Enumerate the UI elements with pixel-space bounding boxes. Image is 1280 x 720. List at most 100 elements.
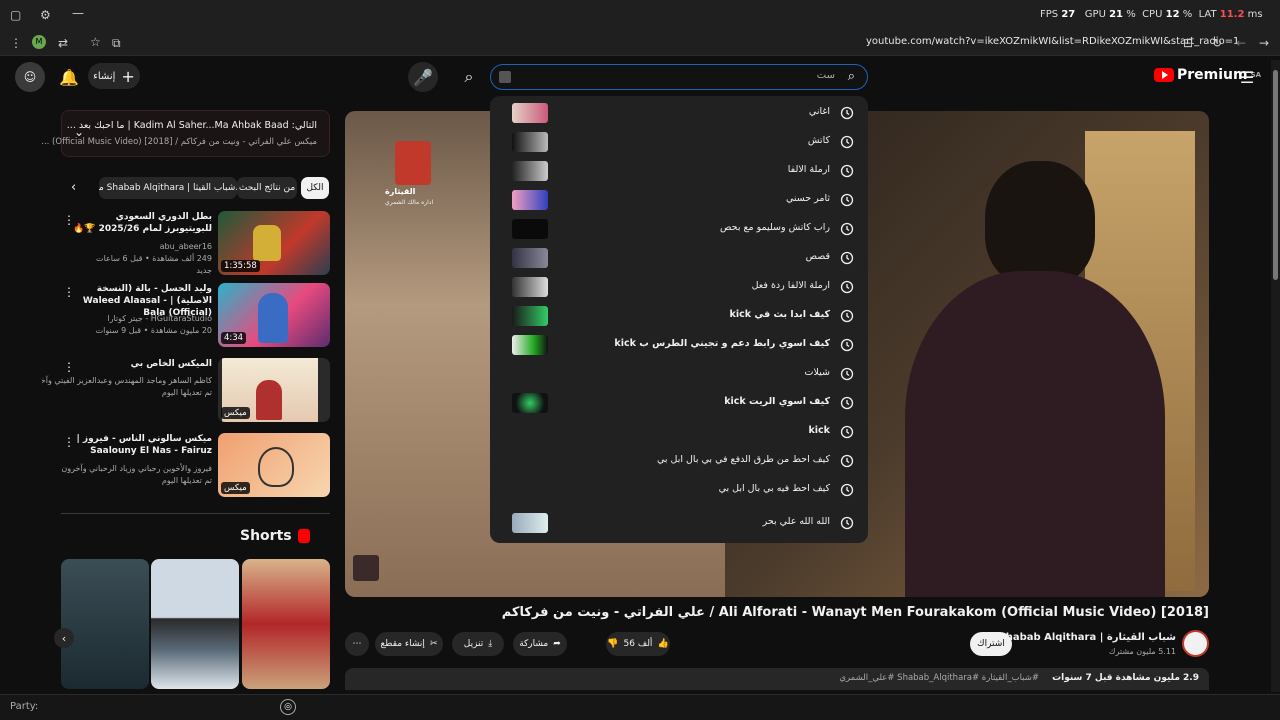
history-icon — [840, 395, 854, 410]
suggestion-text: ارملة الالفا — [787, 164, 830, 175]
video-thumbnail[interactable]: ميكس — [218, 433, 330, 497]
download-button[interactable]: تنزيل ⤓ — [452, 632, 504, 656]
suggestion-item[interactable]: كيف ابدا بث في kick — [490, 301, 868, 330]
related-video[interactable]: ميكس ⋮ الميكس الخاص بي كاظم الساهر وماجد… — [42, 358, 330, 423]
video-thumbnail[interactable]: 4:34 — [218, 283, 330, 347]
clip-button[interactable]: إنشاء مقطع ✂ — [375, 632, 443, 656]
suggestion-thumbnail — [512, 393, 548, 413]
video-thumbnail[interactable]: ميكس — [218, 358, 330, 422]
plus-icon: + — [121, 66, 135, 86]
suggestion-item[interactable]: كيف اسوي الريت kick — [490, 388, 868, 417]
reload-icon[interactable]: ↻ — [1212, 36, 1222, 50]
description-box[interactable]: 2.9 مليون مشاهدة قبل 7 سنوات #شباب_القيث… — [345, 668, 1209, 690]
suggestion-item[interactable]: اغاني — [490, 98, 868, 127]
chip-from-search[interactable]: من نتائج البحث — [237, 177, 297, 199]
settings-icon[interactable]: ⚙ — [40, 8, 51, 22]
suggestion-item[interactable]: قصص — [490, 243, 868, 272]
mix-artists: فيروز والأخوين رحباني وزياد الرحباني وآخ… — [61, 464, 212, 473]
video-thumbnail[interactable]: 1:35:58 — [218, 211, 330, 275]
related-video[interactable]: ميكس ⋮ ميكس سالوني الناس - فيروز | Saalo… — [61, 433, 330, 498]
profile-icon[interactable]: M — [32, 35, 46, 49]
history-icon — [840, 279, 854, 294]
video-title[interactable]: بطل الدوري السعودي للبويتيوبرز لمام 2025… — [67, 211, 212, 235]
history-icon — [840, 250, 854, 265]
history-icon — [840, 192, 854, 207]
suggestion-item[interactable]: kick — [490, 417, 868, 446]
search-icon[interactable]: ⌕ — [454, 62, 484, 92]
chevron-left-icon[interactable]: ‹ — [71, 180, 76, 195]
page-scrollbar[interactable] — [1271, 60, 1280, 692]
branding-icon[interactable] — [353, 555, 379, 581]
create-button[interactable]: إنشاء + — [88, 63, 140, 89]
channel-avatar[interactable] — [1182, 630, 1209, 657]
suggestion-text: راب كاتش وسليمو مع بحص — [720, 222, 830, 233]
notifications-bell-icon[interactable]: 🔔 — [54, 62, 84, 92]
avatar[interactable]: ☺ — [15, 62, 45, 92]
suggestion-text: كيف احط من طرق الدفع في بي بال ابل بي — [656, 454, 830, 465]
suggestion-item[interactable]: كيف احط فيه بي بال ابل بي — [490, 475, 868, 504]
youtube-header: ☺ 🔔 إنشاء + 🎤 ⌕ ⌕ ست Premium SA ☰ — [0, 56, 1280, 98]
suggestion-text: كاتش — [807, 135, 830, 146]
install-icon[interactable]: ⊟ — [1183, 36, 1193, 50]
chip-all[interactable]: الكل — [301, 177, 329, 199]
history-icon — [840, 366, 854, 381]
voice-search-mic-icon[interactable]: 🎤 — [408, 62, 438, 92]
hamburger-menu-icon[interactable]: ☰ — [1232, 62, 1262, 92]
menu-dots-icon[interactable]: ⋮ — [10, 36, 22, 50]
video-title[interactable]: الميكس الخاص بي — [67, 358, 212, 370]
channel-name[interactable]: HGuitaraStudio - جيتر كوتارا — [52, 313, 212, 324]
keyboard-icon[interactable] — [499, 71, 511, 83]
history-icon — [840, 515, 854, 530]
search-input[interactable]: ⌕ ست — [490, 64, 868, 90]
minimize-icon[interactable]: — — [72, 6, 84, 20]
related-video[interactable]: 1:35:58 ⋮ بطل الدوري السعودي للبويتيوبرز… — [61, 211, 330, 276]
short-thumbnail[interactable] — [61, 559, 149, 689]
suggestion-thumbnail — [512, 277, 548, 297]
share-button[interactable]: مشاركة ➦ — [513, 632, 567, 656]
perf-overlay: FPS 27 GPU 21 % CPU 12 % LAT 11.2 ms — [1040, 9, 1263, 20]
window-icon[interactable]: ▢ — [10, 8, 21, 22]
browser-titlebar: ▢ ⚙ — FPS 27 GPU 21 % CPU 12 % LAT 11.2 … — [0, 0, 1280, 30]
forward-icon[interactable]: ← — [1236, 36, 1246, 50]
suggestion-item[interactable]: ارملة الالفا ردة فعل — [490, 272, 868, 301]
shorts-prev-chevron-icon[interactable]: ‹ — [54, 628, 74, 648]
suggestion-item[interactable]: كاتش — [490, 127, 868, 156]
like-icon[interactable]: 👍 — [657, 639, 668, 649]
more-actions-button[interactable]: ⋯ — [345, 632, 369, 656]
pip-icon[interactable]: ⧉ — [112, 36, 121, 50]
history-icon — [840, 134, 854, 149]
view-count: 2.9 مليون مشاهدة قبل 7 سنوات — [1052, 673, 1199, 683]
channel-name[interactable]: abu_abeer16 — [52, 241, 212, 252]
suggestion-item[interactable]: ارملة الالفا — [490, 156, 868, 185]
search-text: ست — [816, 70, 835, 81]
suggestion-item[interactable]: كيف احط من طرق الدفع في بي بال ابل بي — [490, 446, 868, 475]
party-icon[interactable]: ◎ — [280, 699, 296, 715]
suggestion-item[interactable]: راب كاتش وسليمو مع بحص — [490, 214, 868, 243]
clip-label: إنشاء مقطع — [380, 639, 425, 649]
suggestion-item[interactable]: ثامر حسني — [490, 185, 868, 214]
video-title[interactable]: ميكس سالوني الناس - فيروز | Saalouny El … — [67, 433, 212, 457]
suggestion-item[interactable]: الله الله علي بحر — [490, 508, 868, 537]
back-icon[interactable]: → — [1259, 36, 1269, 50]
translate-icon[interactable]: ⇄ — [58, 36, 68, 50]
channel-name-main[interactable]: شباب القيثارة | Shabab Alqithara — [999, 632, 1176, 643]
up-next-title: التالي: Kadim Al Saher...Ma Ahbak Baad |… — [66, 120, 317, 131]
scrollbar-thumb[interactable] — [1273, 70, 1278, 280]
suggestion-thumbnail — [512, 335, 548, 355]
chip-channel[interactable]: من Shabab Alqithara | شباب القيثا... — [99, 177, 237, 199]
bookmark-star-icon[interactable]: ☆ — [90, 35, 101, 49]
hashtags[interactable]: #شباب_القيثارة #Shabab_Alqithara #علي_ال… — [839, 673, 1039, 683]
duration-badge: 4:34 — [221, 332, 247, 344]
subscribe-button[interactable]: اشتراك — [970, 632, 1012, 656]
short-thumbnail[interactable] — [242, 559, 330, 689]
suggestion-item[interactable]: شيلات — [490, 359, 868, 388]
history-icon — [840, 221, 854, 236]
dislike-icon[interactable]: 👎 — [607, 639, 618, 649]
suggestion-text: كيف احط فيه بي بال ابل بي — [718, 483, 830, 494]
short-thumbnail[interactable] — [151, 559, 239, 689]
suggestion-item[interactable]: كيف اسوي رابط دعم و تجيني الطرس ب kick — [490, 330, 868, 359]
related-video[interactable]: 4:34 ⋮ وليد الحسل - بالة (النسخة الاصلية… — [61, 283, 330, 348]
subscriber-count: 5.11 مليون مشترك — [1108, 647, 1176, 656]
playlist-up-next[interactable]: ⌄ التالي: Kadim Al Saher...Ma Ahbak Baad… — [41, 110, 330, 157]
like-count: 56 ألف — [623, 639, 653, 649]
